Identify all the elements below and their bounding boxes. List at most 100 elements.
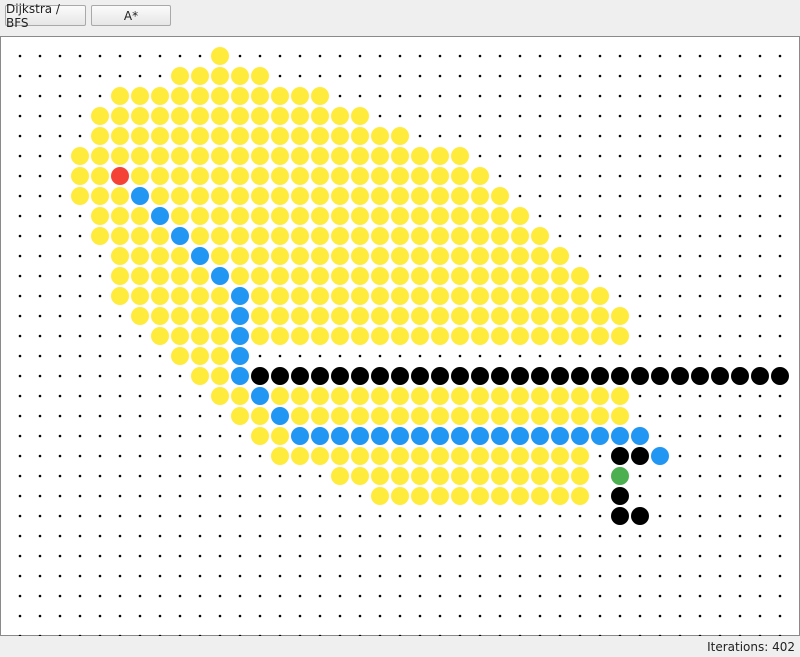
- grid-cell-empty[interactable]: [538, 134, 542, 138]
- grid-cell-empty[interactable]: [558, 574, 562, 578]
- grid-cell-visited[interactable]: [331, 147, 349, 165]
- grid-cell-empty[interactable]: [58, 374, 62, 378]
- grid-cell-visited[interactable]: [171, 147, 189, 165]
- grid-cell-visited[interactable]: [471, 487, 489, 505]
- grid-cell-visited[interactable]: [491, 307, 509, 325]
- grid-cell-empty[interactable]: [658, 594, 662, 598]
- grid-cell-empty[interactable]: [258, 354, 262, 358]
- grid-cell-empty[interactable]: [238, 594, 242, 598]
- grid-cell-visited[interactable]: [371, 207, 389, 225]
- grid-cell-empty[interactable]: [698, 314, 702, 318]
- grid-cell-empty[interactable]: [498, 154, 502, 158]
- grid-cell-empty[interactable]: [158, 474, 162, 478]
- grid-cell-empty[interactable]: [678, 314, 682, 318]
- grid-cell-empty[interactable]: [278, 514, 282, 518]
- grid-cell-empty[interactable]: [318, 554, 322, 558]
- grid-cell-visited[interactable]: [511, 247, 529, 265]
- grid-cell-visited[interactable]: [211, 287, 229, 305]
- grid-cell-empty[interactable]: [778, 254, 782, 258]
- grid-cell-empty[interactable]: [98, 454, 102, 458]
- grid-cell-visited[interactable]: [271, 147, 289, 165]
- grid-cell-empty[interactable]: [338, 574, 342, 578]
- grid-cell-wall[interactable]: [631, 447, 649, 465]
- grid-cell-empty[interactable]: [698, 334, 702, 338]
- grid-cell-frontier[interactable]: [511, 427, 529, 445]
- grid-cell-empty[interactable]: [178, 494, 182, 498]
- grid-cell-visited[interactable]: [191, 307, 209, 325]
- grid-cell-visited[interactable]: [371, 127, 389, 145]
- grid-cell-empty[interactable]: [738, 534, 742, 538]
- grid-cell-empty[interactable]: [738, 334, 742, 338]
- grid-cell-empty[interactable]: [118, 614, 122, 618]
- grid-cell-empty[interactable]: [58, 614, 62, 618]
- grid-cell-visited[interactable]: [511, 407, 529, 425]
- grid-cell-empty[interactable]: [558, 134, 562, 138]
- grid-cell-empty[interactable]: [578, 94, 582, 98]
- grid-cell-empty[interactable]: [498, 354, 502, 358]
- grid-cell-empty[interactable]: [78, 374, 82, 378]
- grid-cell-goal[interactable]: [611, 467, 629, 485]
- grid-cell-empty[interactable]: [378, 114, 382, 118]
- grid-cell-empty[interactable]: [478, 614, 482, 618]
- grid-cell-empty[interactable]: [438, 114, 442, 118]
- grid-cell-visited[interactable]: [291, 107, 309, 125]
- grid-cell-visited[interactable]: [551, 487, 569, 505]
- grid-cell-empty[interactable]: [598, 574, 602, 578]
- grid-cell-visited[interactable]: [491, 187, 509, 205]
- grid-cell-empty[interactable]: [778, 214, 782, 218]
- grid-cell-visited[interactable]: [391, 147, 409, 165]
- grid-cell-visited[interactable]: [611, 407, 629, 425]
- grid-cell-empty[interactable]: [138, 554, 142, 558]
- grid-cell-empty[interactable]: [298, 494, 302, 498]
- grid-cell-empty[interactable]: [758, 274, 762, 278]
- grid-cell-empty[interactable]: [638, 354, 642, 358]
- grid-cell-visited[interactable]: [131, 127, 149, 145]
- grid-cell-empty[interactable]: [598, 54, 602, 58]
- grid-cell-empty[interactable]: [18, 514, 22, 518]
- grid-cell-empty[interactable]: [778, 54, 782, 58]
- grid-cell-empty[interactable]: [658, 514, 662, 518]
- grid-cell-empty[interactable]: [498, 54, 502, 58]
- grid-cell-empty[interactable]: [758, 254, 762, 258]
- grid-cell-visited[interactable]: [311, 287, 329, 305]
- grid-cell-empty[interactable]: [398, 594, 402, 598]
- grid-cell-empty[interactable]: [738, 194, 742, 198]
- grid-cell-visited[interactable]: [171, 167, 189, 185]
- grid-cell-visited[interactable]: [331, 187, 349, 205]
- grid-cell-visited[interactable]: [311, 387, 329, 405]
- grid-cell-visited[interactable]: [191, 127, 209, 145]
- grid-cell-empty[interactable]: [538, 214, 542, 218]
- grid-cell-empty[interactable]: [678, 514, 682, 518]
- grid-cell-empty[interactable]: [78, 454, 82, 458]
- grid-cell-visited[interactable]: [211, 247, 229, 265]
- grid-cell-empty[interactable]: [58, 154, 62, 158]
- grid-cell-empty[interactable]: [78, 94, 82, 98]
- grid-cell-empty[interactable]: [178, 614, 182, 618]
- grid-cell-empty[interactable]: [678, 554, 682, 558]
- grid-cell-empty[interactable]: [678, 574, 682, 578]
- grid-cell-empty[interactable]: [78, 614, 82, 618]
- grid-cell-empty[interactable]: [118, 554, 122, 558]
- grid-cell-empty[interactable]: [658, 154, 662, 158]
- grid-cell-visited[interactable]: [231, 247, 249, 265]
- grid-cell-empty[interactable]: [398, 514, 402, 518]
- grid-cell-empty[interactable]: [478, 154, 482, 158]
- grid-cell-visited[interactable]: [311, 227, 329, 245]
- grid-cell-visited[interactable]: [191, 227, 209, 245]
- grid-cell-empty[interactable]: [578, 614, 582, 618]
- dijkstra-bfs-button[interactable]: Dijkstra / BFS: [5, 2, 86, 30]
- grid-cell-empty[interactable]: [298, 474, 302, 478]
- grid-cell-visited[interactable]: [171, 107, 189, 125]
- grid-cell-empty[interactable]: [698, 174, 702, 178]
- grid-cell-empty[interactable]: [558, 594, 562, 598]
- grid-cell-visited[interactable]: [111, 87, 129, 105]
- grid-cell-empty[interactable]: [538, 174, 542, 178]
- grid-cell-empty[interactable]: [18, 374, 22, 378]
- grid-cell-empty[interactable]: [158, 414, 162, 418]
- grid-cell-visited[interactable]: [131, 107, 149, 125]
- grid-cell-empty[interactable]: [118, 454, 122, 458]
- grid-cell-empty[interactable]: [78, 314, 82, 318]
- grid-cell-visited[interactable]: [411, 487, 429, 505]
- grid-cell-visited[interactable]: [291, 407, 309, 425]
- grid-cell-visited[interactable]: [431, 487, 449, 505]
